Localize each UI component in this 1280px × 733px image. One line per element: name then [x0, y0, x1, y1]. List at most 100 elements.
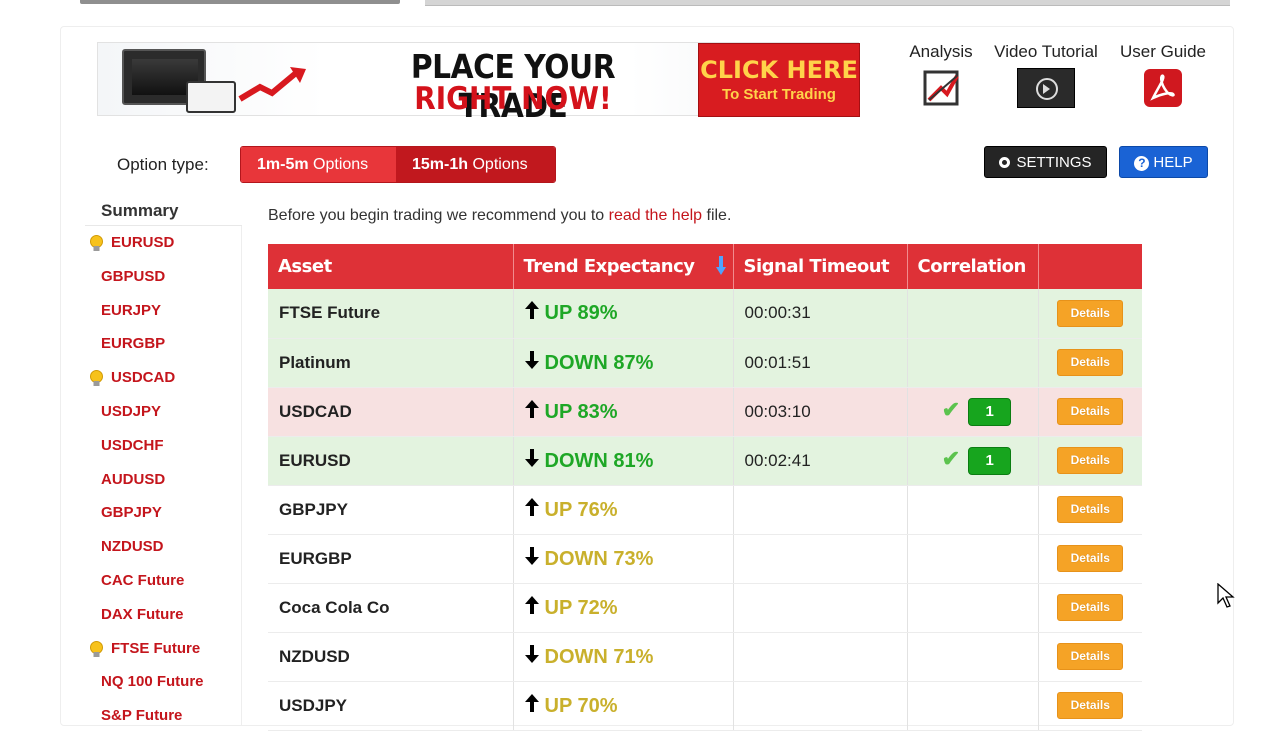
- details-button[interactable]: Details: [1057, 299, 1124, 327]
- checkmark-icon: ✔: [941, 446, 961, 471]
- sidebar-item[interactable]: DAX Future: [85, 598, 241, 632]
- sidebar-item[interactable]: S&P Future: [85, 699, 241, 733]
- start-trading-button[interactable]: CLICK HERE To Start Trading: [698, 43, 860, 117]
- arrow-down-icon: [524, 350, 545, 375]
- question-icon: ?: [1134, 156, 1150, 171]
- sidebar-item[interactable]: EURUSD: [85, 226, 241, 260]
- table-row[interactable]: GBPJPY UP 76% Details: [268, 485, 1142, 535]
- arrow-up-icon: [524, 399, 545, 424]
- sidebar-item[interactable]: NQ 100 Future: [85, 665, 241, 699]
- user-guide-label: User Guide: [1120, 42, 1206, 61]
- sidebar-item[interactable]: GBPUSD: [85, 260, 241, 294]
- actions-cell: Details: [1038, 485, 1142, 535]
- actions-cell: Details: [1038, 338, 1142, 388]
- sidebar-item[interactable]: EURGBP: [85, 327, 241, 361]
- table-row[interactable]: USDJPY UP 70% Details: [268, 681, 1142, 731]
- correlation-cell: [907, 632, 1039, 682]
- sidebar-item-label: EURJPY: [101, 301, 162, 319]
- header-correlation[interactable]: Correlation: [907, 244, 1039, 289]
- table-row[interactable]: Platinum DOWN 87% 00:01:51 Details: [268, 338, 1142, 388]
- trend-cell: UP 70%: [513, 681, 734, 731]
- video-tutorial-link[interactable]: Video Tutorial: [990, 42, 1102, 108]
- arrow-down-icon: [524, 546, 545, 571]
- table-row[interactable]: NZDUSD DOWN 71% Details: [268, 632, 1142, 682]
- settings-button[interactable]: SETTINGS: [984, 146, 1107, 178]
- asset-cell: FTSE Future: [268, 289, 514, 339]
- asset-cell: Coca Cola Co: [268, 583, 514, 633]
- user-guide-link[interactable]: User Guide: [1117, 42, 1209, 108]
- table-row[interactable]: EURUSD DOWN 81% 00:02:41 ✔ 1 Details: [268, 436, 1142, 486]
- top-nav-bar[interactable]: [425, 0, 1230, 6]
- correlation-badge[interactable]: 1: [968, 447, 1012, 475]
- signal-timeout-cell: [733, 681, 908, 731]
- sidebar-item[interactable]: GBPJPY: [85, 496, 241, 530]
- actions-cell: Details: [1038, 632, 1142, 682]
- signal-timeout-cell: 00:01:51: [733, 338, 908, 388]
- trade-banner[interactable]: PLACE YOUR TRADE RIGHT NOW! CLICK HERE T…: [97, 42, 860, 125]
- lightbulb-icon: [90, 640, 103, 657]
- option-2-strong: 15m-1h: [412, 156, 469, 173]
- header-actions: [1038, 244, 1142, 289]
- details-button[interactable]: Details: [1057, 545, 1124, 572]
- signal-timeout-cell: [733, 485, 908, 535]
- trend-cell: UP 89%: [513, 289, 734, 339]
- sidebar-title: Summary: [85, 196, 242, 226]
- actions-cell: Details: [1038, 387, 1142, 437]
- analysis-link[interactable]: Analysis: [905, 42, 977, 108]
- option-1-rest: Options: [308, 156, 369, 173]
- details-button[interactable]: Details: [1057, 447, 1124, 474]
- sidebar-item[interactable]: FTSE Future: [85, 632, 241, 666]
- sidebar-item[interactable]: EURJPY: [85, 294, 241, 328]
- details-button[interactable]: Details: [1057, 594, 1124, 621]
- asset-cell: EURGBP: [268, 534, 514, 584]
- sidebar-item-label: USDCHF: [101, 436, 164, 454]
- sidebar-item[interactable]: CAC Future: [85, 564, 241, 598]
- sidebar-item-label: DAX Future: [101, 605, 184, 623]
- actions-cell: Details: [1038, 681, 1142, 731]
- trend-value: DOWN 73%: [544, 547, 654, 570]
- header-signal-timeout[interactable]: Signal Timeout: [733, 244, 908, 289]
- sidebar-item[interactable]: USDCAD: [85, 361, 241, 395]
- sort-down-icon[interactable]: [715, 256, 726, 276]
- trend-value: UP 76%: [544, 498, 618, 521]
- table-header-row: Asset Trend Expectancy Signal Timeout Co…: [268, 244, 1142, 289]
- sidebar-item-label: AUDUSD: [101, 470, 166, 488]
- tablet-image: [186, 81, 236, 113]
- header-asset[interactable]: Asset: [268, 244, 514, 289]
- read-help-link[interactable]: read the help: [609, 207, 702, 224]
- sidebar-item[interactable]: NZDUSD: [85, 530, 241, 564]
- site-logo[interactable]: [80, 0, 400, 4]
- sidebar-item[interactable]: USDJPY: [85, 395, 241, 429]
- correlation-badge[interactable]: 1: [968, 398, 1012, 426]
- correlation-cell: [907, 338, 1039, 388]
- sidebar-item[interactable]: AUDUSD: [85, 463, 241, 497]
- summary-sidebar: Summary EURUSD GBPUSD EURJPY EURGBP USDCAD US…: [85, 196, 242, 726]
- sidebar-item-label: EURUSD: [111, 234, 175, 251]
- asset-cell: NZDUSD: [268, 632, 514, 682]
- details-button[interactable]: Details: [1057, 398, 1124, 425]
- details-button[interactable]: Details: [1057, 349, 1124, 376]
- asset-cell: USDCAD: [268, 387, 514, 437]
- details-button[interactable]: Details: [1057, 692, 1124, 719]
- arrow-up-icon: [524, 497, 545, 522]
- help-button[interactable]: ? HELP: [1119, 146, 1208, 178]
- details-button[interactable]: Details: [1057, 643, 1124, 670]
- arrow-down-icon: [524, 644, 545, 669]
- details-button[interactable]: Details: [1057, 496, 1124, 523]
- option-2-rest: Options: [468, 156, 528, 173]
- option-type-selector: 1m-5m Options 15m-1h Options: [240, 146, 556, 183]
- sidebar-item[interactable]: USDCHF: [85, 429, 241, 463]
- table-row[interactable]: FTSE Future UP 89% 00:00:31 Details: [268, 289, 1142, 339]
- sidebar-item-label: NZDUSD: [101, 538, 164, 556]
- trend-cell: DOWN 87%: [513, 338, 734, 388]
- arrow-down-icon: [524, 448, 545, 473]
- table-row[interactable]: USDCAD UP 83% 00:03:10 ✔ 1 Details: [268, 387, 1142, 437]
- header-trend-expectancy[interactable]: Trend Expectancy: [513, 244, 734, 289]
- table-row[interactable]: Coca Cola Co UP 72% Details: [268, 583, 1142, 633]
- table-row[interactable]: EURGBP DOWN 73% Details: [268, 534, 1142, 584]
- option-15m-1h-button[interactable]: 15m-1h Options: [396, 147, 555, 182]
- option-1-strong: 1m-5m: [257, 156, 309, 173]
- actions-cell: Details: [1038, 583, 1142, 633]
- cta-subtitle: To Start Trading: [722, 86, 836, 103]
- option-1m-5m-button[interactable]: 1m-5m Options: [241, 147, 396, 182]
